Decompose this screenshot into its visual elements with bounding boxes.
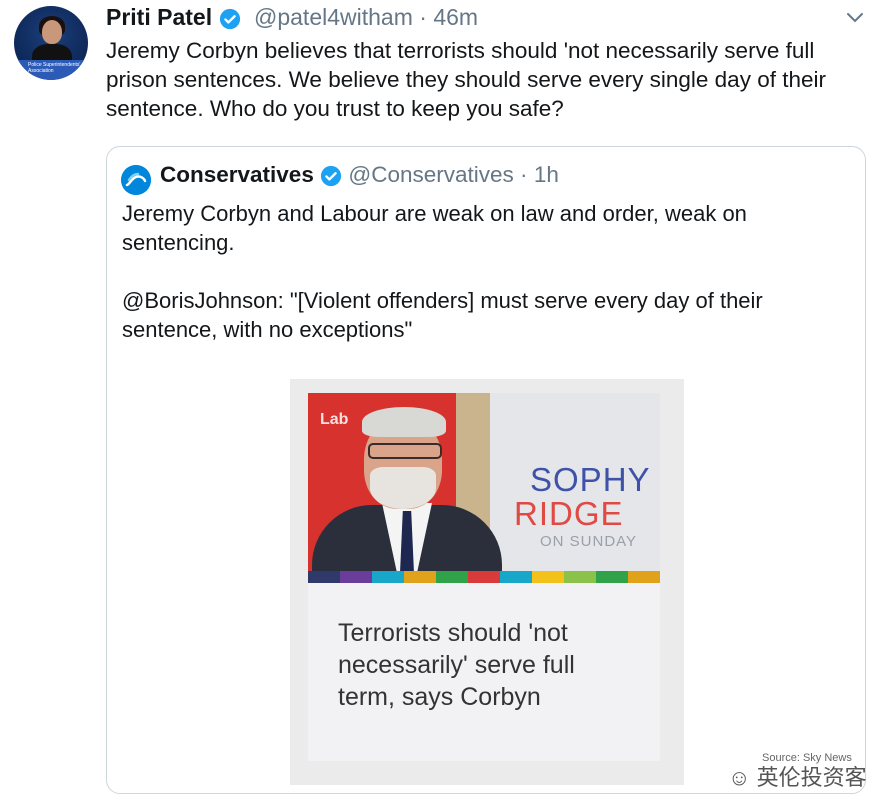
- chevron-down-icon[interactable]: [845, 10, 865, 26]
- stripe-segment: [372, 571, 404, 583]
- quoted-author-name[interactable]: Conservatives: [160, 162, 314, 187]
- media-image[interactable]: Lab SOPHY RIDGE ON SUNDAY Terrorists sho…: [290, 379, 684, 785]
- quoted-tweet[interactable]: Conservatives @Conservatives · 1h Jeremy…: [106, 146, 866, 794]
- stripe-segment: [308, 571, 340, 583]
- quoted-author-handle[interactable]: @Conservatives · 1h: [348, 162, 558, 187]
- wechat-watermark: ☺ 英伦投资客: [728, 760, 867, 792]
- wechat-icon: ☺: [728, 765, 751, 790]
- news-headline: Terrorists should 'not necessarily' serv…: [338, 619, 575, 711]
- tweet-text: Jeremy Corbyn believes that terrorists s…: [106, 38, 826, 121]
- verified-badge-icon: [219, 8, 240, 30]
- author-name-text[interactable]: Priti Patel: [106, 4, 212, 30]
- backdrop-text: Lab: [320, 411, 349, 428]
- quoted-text: Jeremy Corbyn and Labour are weak on law…: [122, 199, 852, 344]
- watermark-text: 英伦投资客: [756, 765, 867, 790]
- separator-dot: ·: [520, 162, 528, 187]
- stripe-segment: [628, 571, 660, 583]
- show-title-line1: SOPHY: [530, 461, 651, 498]
- stripe-segment: [564, 571, 596, 583]
- avatar-face: [42, 20, 62, 44]
- news-card: Lab SOPHY RIDGE ON SUNDAY Terrorists sho…: [308, 393, 660, 761]
- stripe-segment: [596, 571, 628, 583]
- separator-dot: ·: [419, 4, 427, 30]
- person-glasses: [368, 443, 442, 459]
- person-beard: [370, 467, 436, 509]
- stripe-segment: [532, 571, 564, 583]
- verified-badge-icon: [321, 165, 342, 187]
- quoted-timestamp[interactable]: 1h: [534, 162, 559, 187]
- quoted-paragraph-2: @BorisJohnson: "[Violent offenders] must…: [122, 288, 763, 342]
- tweet-author-name[interactable]: Priti Patel: [106, 4, 241, 31]
- quoted-author-row: Conservatives @Conservatives · 1h: [160, 162, 559, 188]
- tree-logo-icon: [121, 165, 151, 195]
- show-title-line3: ON SUNDAY: [540, 533, 638, 550]
- stripe-segment: [340, 571, 372, 583]
- quoted-paragraph-1: Jeremy Corbyn and Labour are weak on law…: [122, 201, 747, 255]
- show-title-line2: RIDGE: [514, 495, 624, 532]
- person-hair: [362, 407, 446, 437]
- studio-photo: Lab SOPHY RIDGE ON SUNDAY: [308, 393, 660, 571]
- author-handle-text[interactable]: @patel4witham: [254, 4, 413, 30]
- stripe-segment: [468, 571, 500, 583]
- stripe-segment: [436, 571, 468, 583]
- avatar-banner: Police Superintendents' Association: [14, 60, 88, 80]
- avatar[interactable]: Police Superintendents' Association: [14, 6, 88, 80]
- stripe-segment: [404, 571, 436, 583]
- color-stripe: [308, 571, 660, 583]
- tweet-timestamp[interactable]: 46m: [433, 4, 478, 30]
- quoted-handle-text[interactable]: @Conservatives: [348, 162, 513, 187]
- stripe-segment: [500, 571, 532, 583]
- tweet-author-handle[interactable]: @patel4witham · 46m: [254, 4, 478, 31]
